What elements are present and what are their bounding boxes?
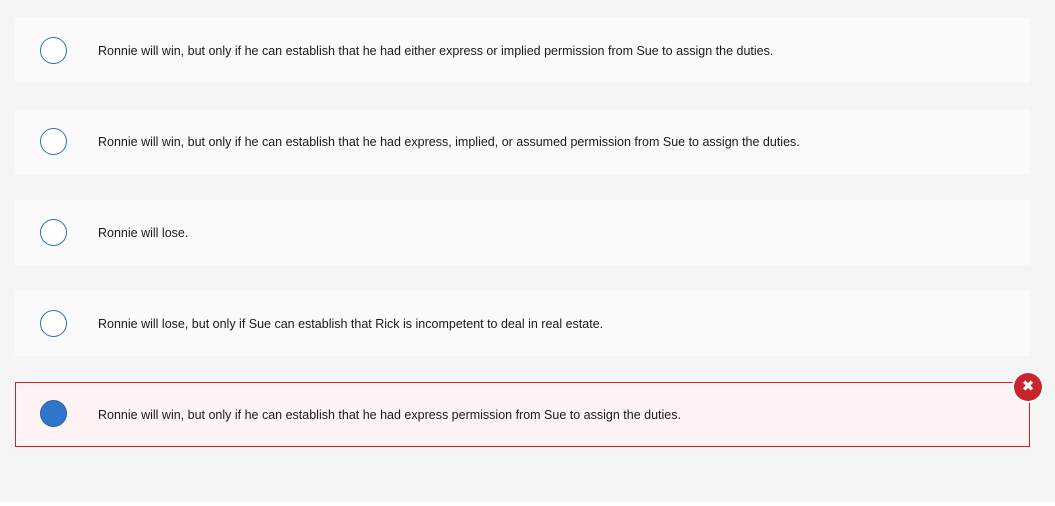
answer-option-2[interactable]: Ronnie will win, but only if he can esta… [15, 109, 1030, 174]
answer-option-2-label: Ronnie will win, but only if he can esta… [98, 134, 800, 149]
answer-option-5-selected-incorrect[interactable]: Ronnie will win, but only if he can esta… [15, 382, 1030, 447]
radio-button-4[interactable] [40, 309, 67, 337]
answer-option-3[interactable]: Ronnie will lose. [15, 200, 1030, 265]
x-mark-icon: ✖ [1014, 373, 1042, 401]
radio-button-3[interactable] [40, 218, 67, 246]
answer-option-4[interactable]: Ronnie will lose, but only if Sue can es… [15, 291, 1030, 356]
answer-option-1[interactable]: Ronnie will win, but only if he can esta… [15, 18, 1030, 83]
radio-button-2[interactable] [40, 127, 67, 155]
answer-option-3-label: Ronnie will lose. [98, 225, 189, 240]
radio-button-1[interactable] [40, 36, 67, 64]
page-bottom-strip [0, 502, 1055, 506]
radio-button-5-selected[interactable] [40, 399, 67, 427]
answer-option-4-label: Ronnie will lose, but only if Sue can es… [98, 316, 604, 331]
answer-option-5-label: Ronnie will win, but only if he can esta… [98, 407, 681, 422]
answer-option-1-label: Ronnie will win, but only if he can esta… [98, 43, 774, 58]
